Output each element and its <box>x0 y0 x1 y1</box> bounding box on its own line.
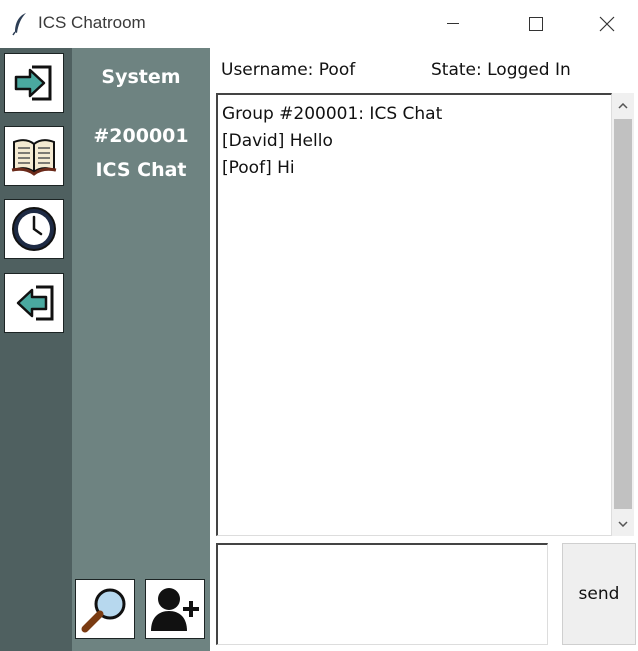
history-button[interactable] <box>4 199 64 259</box>
chat-line: [David] Hello <box>222 131 333 151</box>
group-name: ICS Chat <box>95 159 187 181</box>
send-button[interactable]: send <box>562 543 636 645</box>
book-icon <box>11 139 57 176</box>
chat-line: [Poof] Hi <box>222 158 295 178</box>
logout-button[interactable] <box>4 273 64 333</box>
state-label: State: Logged In <box>431 60 571 80</box>
group-number: #200001 <box>93 125 189 147</box>
maximize-button[interactable] <box>513 0 559 48</box>
close-button[interactable] <box>584 0 630 48</box>
scroll-down-icon[interactable] <box>612 513 634 535</box>
chat-line: Group #200001: ICS Chat <box>222 104 443 124</box>
chat-scrollbar[interactable] <box>612 93 634 536</box>
window-title: ICS Chatroom <box>38 13 146 32</box>
scroll-up-icon[interactable] <box>612 95 634 117</box>
title-bar: ICS Chatroom <box>0 0 638 48</box>
add-user-button[interactable] <box>145 579 205 639</box>
clock-icon <box>12 207 56 251</box>
chat-log[interactable]: Group #200001: ICS Chat [David] Hello [P… <box>216 93 612 536</box>
magnifier-icon <box>81 588 126 633</box>
search-button[interactable] <box>75 579 135 639</box>
logout-arrow-icon <box>16 285 54 321</box>
scroll-thumb[interactable] <box>614 119 632 509</box>
message-input[interactable] <box>216 543 548 645</box>
username-label: Username: Poof <box>221 60 356 80</box>
add-user-icon <box>151 588 199 631</box>
side-panel: System #200001 ICS Chat <box>72 48 210 651</box>
nav-bar <box>0 48 72 651</box>
login-arrow-icon <box>14 65 52 101</box>
feather-icon <box>12 12 28 36</box>
login-button[interactable] <box>4 53 64 113</box>
book-button[interactable] <box>4 126 64 186</box>
panel-heading: System <box>101 66 181 88</box>
minimize-button[interactable] <box>430 0 476 48</box>
